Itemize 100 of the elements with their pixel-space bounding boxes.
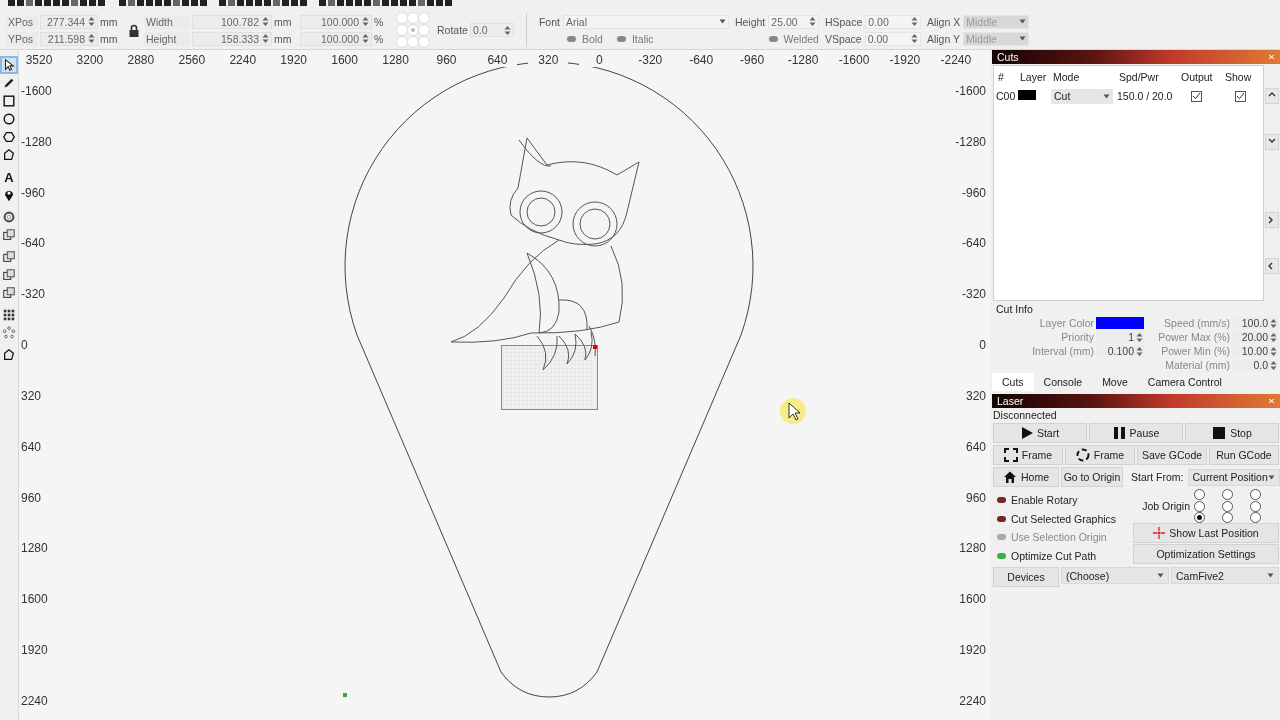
anchor-radio[interactable] [396, 24, 408, 36]
number-field[interactable]: 10.00 [1232, 345, 1278, 357]
show-checkbox[interactable] [1235, 90, 1246, 102]
spinner-icon[interactable] [362, 33, 369, 44]
devices-button[interactable]: Devices [993, 567, 1059, 587]
number-field[interactable]: 20.00 [1232, 331, 1278, 343]
mode-dropdown[interactable]: Cut [1051, 88, 1113, 104]
grid-icon[interactable] [1, 307, 17, 323]
start-from-dropdown[interactable]: Current Position [1187, 468, 1280, 486]
spinner-icon[interactable] [88, 16, 95, 27]
number-field[interactable]: 0.100 [1096, 345, 1144, 357]
pause-button[interactable]: Pause [1089, 423, 1183, 443]
spinner-icon[interactable] [1136, 345, 1143, 357]
dock-tab[interactable]: Console [1033, 373, 1093, 391]
option-toggle[interactable]: Optimize Cut Path [993, 546, 1133, 565]
height-field[interactable]: 25.00 [768, 14, 819, 29]
job-origin-radio[interactable] [1194, 500, 1205, 512]
dots-circle-icon[interactable] [1, 325, 17, 341]
anchor-radio[interactable] [418, 36, 430, 48]
anchor-radio[interactable] [407, 12, 419, 24]
frame-circle-button[interactable]: Frame [1065, 445, 1135, 465]
dock-tab[interactable]: Camera Control [1137, 373, 1232, 391]
font-dropdown[interactable]: Arial [562, 14, 729, 29]
number-field[interactable]: 100.782 [192, 14, 272, 29]
number-field[interactable]: 100.000 [300, 14, 372, 29]
output-checkbox[interactable] [1191, 90, 1202, 102]
lock-icon[interactable] [129, 23, 139, 37]
job-origin-radio[interactable] [1250, 489, 1261, 500]
home-button[interactable]: Home [993, 467, 1059, 487]
spinner-icon[interactable] [1270, 345, 1277, 357]
number-field[interactable]: 0.0 [1232, 359, 1278, 371]
number-field[interactable]: 211.598 [40, 31, 98, 46]
dock-tab[interactable]: Move [1092, 373, 1138, 391]
ruler-label: 960 [965, 489, 986, 507]
hspace-field[interactable]: 0.00 [865, 14, 921, 29]
overlapping-squares-icon[interactable] [1, 249, 17, 265]
option-toggle[interactable]: Cut Selected Graphics [993, 509, 1133, 528]
spinner-icon[interactable] [262, 33, 269, 44]
number-field[interactable]: 277.344 [40, 14, 98, 29]
scroll-left-button[interactable] [1265, 258, 1279, 274]
spinner-icon[interactable] [1270, 359, 1277, 371]
hexagon-icon[interactable] [1, 129, 17, 145]
laser-button[interactable]: Go to Origin [1061, 467, 1123, 487]
number-field[interactable]: 100.000 [300, 31, 372, 46]
spinner-icon[interactable] [262, 16, 269, 27]
scroll-up-button[interactable] [1265, 88, 1279, 104]
laser-button[interactable]: Optimization Settings [1133, 544, 1279, 564]
spinner-icon[interactable] [1270, 317, 1277, 329]
job-origin-radio[interactable] [1194, 489, 1205, 500]
rotate-field[interactable]: 0.0 [469, 23, 514, 37]
toggle-switch[interactable]: Bold [566, 32, 603, 45]
text-tool-button[interactable]: A [1, 169, 17, 185]
close-icon[interactable] [1268, 54, 1276, 60]
stop-button[interactable]: Stop [1185, 423, 1279, 443]
laser-button[interactable]: Save GCode [1137, 445, 1207, 465]
anchor-radio[interactable] [396, 36, 408, 48]
start-button[interactable]: Start [993, 423, 1087, 443]
overlapping-squares-icon[interactable] [1, 227, 17, 243]
device-dropdown[interactable]: CamFive2 [1171, 567, 1279, 584]
job-origin-radio[interactable] [1222, 489, 1233, 500]
spinner-icon[interactable] [362, 16, 369, 27]
scroll-right-button[interactable] [1265, 212, 1279, 228]
toggle-switch[interactable]: Welded [768, 32, 819, 45]
pentagon-icon[interactable] [1, 147, 17, 163]
caret-icon [1018, 19, 1026, 24]
overlapping-squares-icon[interactable] [1, 285, 17, 301]
rectangle-icon[interactable] [1, 93, 17, 109]
pentagon-icon[interactable] [1, 347, 17, 363]
port-dropdown[interactable]: (Choose) [1061, 567, 1169, 584]
spinner-icon[interactable] [1136, 331, 1143, 343]
dock-tab[interactable]: Cuts [992, 373, 1034, 391]
spinner-icon[interactable] [910, 33, 918, 44]
number-field[interactable]: 1 [1096, 331, 1144, 343]
spinner-icon[interactable] [1270, 331, 1277, 343]
anchor-radio[interactable] [396, 12, 408, 24]
anchor-radio[interactable] [407, 36, 419, 48]
spinner-icon[interactable] [88, 33, 95, 44]
job-origin-radio[interactable] [1222, 500, 1233, 512]
close-icon[interactable] [1268, 398, 1276, 404]
circle-icon[interactable] [1, 111, 17, 127]
pointer-icon[interactable] [1, 57, 17, 73]
crosshair-button[interactable]: Show Last Position [1133, 523, 1279, 543]
number-field[interactable]: 100.0 [1232, 317, 1278, 329]
frame-rect-button[interactable]: Frame [993, 445, 1063, 465]
spinner-icon[interactable] [910, 16, 918, 27]
anchor-radio[interactable] [418, 24, 430, 36]
laser-button[interactable]: Run GCode [1209, 445, 1279, 465]
job-origin-radio[interactable] [1250, 500, 1261, 512]
vspace-field[interactable]: 0.00 [864, 31, 921, 46]
spinner-icon[interactable] [808, 16, 816, 27]
anchor-radio[interactable] [407, 24, 419, 36]
layer-color-swatch[interactable] [1096, 317, 1144, 329]
overlapping-squares-icon[interactable] [1, 267, 17, 283]
toggle-switch[interactable]: Italic [616, 32, 654, 45]
ring-icon[interactable] [1, 209, 17, 225]
spinner-icon[interactable] [503, 24, 511, 36]
scroll-down-button[interactable] [1265, 134, 1279, 150]
anchor-radio[interactable] [418, 12, 430, 24]
number-field[interactable]: 158.333 [192, 31, 272, 46]
option-toggle[interactable]: Enable Rotary [993, 491, 1133, 510]
